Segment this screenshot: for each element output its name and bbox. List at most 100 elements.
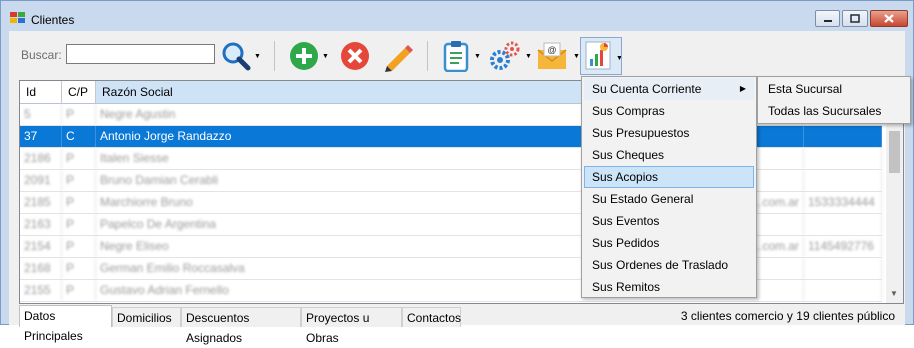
tab-descuentos-asignados[interactable]: Descuentos Asignados — [181, 307, 301, 345]
svg-text:@: @ — [547, 45, 556, 55]
menu-item-cheques[interactable]: Sus Cheques — [584, 144, 754, 166]
scroll-down-icon[interactable]: ▼ — [890, 289, 898, 298]
cell-extra: 1145492776 — [804, 236, 882, 257]
search-button[interactable]: ▼ — [221, 38, 261, 74]
close-icon — [884, 14, 894, 23]
cell-razon-social: Negre Eliseo — [96, 236, 582, 257]
cell-cp: P — [62, 104, 96, 125]
toolbar-divider — [427, 41, 428, 71]
scrollbar-thumb[interactable] — [889, 131, 900, 173]
svg-text:▼: ▼ — [616, 55, 621, 62]
cell-cp: C — [62, 126, 96, 147]
cell-id: 37 — [20, 126, 62, 147]
email-button[interactable]: @ ▼ — [536, 38, 580, 74]
menu-item-remitos[interactable]: Sus Remitos — [584, 276, 754, 298]
cell-extra — [804, 126, 882, 147]
cell-razon-social: Antonio Jorge Randazzo — [96, 126, 582, 147]
reports-context-menu: Su Cuenta Corriente ▶ Sus Compras Sus Pr… — [581, 76, 757, 298]
maximize-button[interactable] — [842, 10, 868, 27]
chevron-down-icon: ▼ — [525, 52, 532, 60]
search-label: Buscar: — [21, 48, 62, 62]
menu-item-acopios[interactable]: Sus Acopios — [584, 166, 754, 188]
cell-razon-social: Papelco De Argentina — [96, 214, 582, 235]
cell-extra — [804, 148, 882, 169]
cell-cp: P — [62, 236, 96, 257]
menu-item-label: Su Cuenta Corriente — [592, 82, 702, 96]
cell-razon-social: German Emilio Roccasalva — [96, 258, 582, 279]
cell-id: 2168 — [20, 258, 62, 279]
cell-razon-social: Bruno Damian Cerabli — [96, 170, 582, 191]
header-cp[interactable]: C/P — [62, 81, 96, 103]
minimize-icon — [824, 20, 832, 22]
cell-extra — [804, 280, 882, 301]
cell-cp: P — [62, 170, 96, 191]
header-razon-social[interactable]: Razón Social — [96, 81, 582, 103]
chevron-down-icon: ▼ — [474, 52, 481, 60]
cell-razon-social: Gustavo Adrian Fernello — [96, 280, 582, 301]
gear-icon — [490, 41, 520, 70]
cell-cp: P — [62, 148, 96, 169]
menu-item-presupuestos[interactable]: Sus Presupuestos — [584, 122, 754, 144]
cell-razon-social: Negre Agustin — [96, 104, 582, 125]
cell-id: 2155 — [20, 280, 62, 301]
maximize-icon — [850, 14, 860, 23]
edit-button[interactable] — [383, 38, 415, 74]
app-icon — [10, 12, 26, 24]
menu-item-estado-general[interactable]: Su Estado General — [584, 188, 754, 210]
tab-proyectos-u-obras[interactable]: Proyectos u Obras — [301, 307, 402, 345]
minimize-button[interactable] — [815, 10, 840, 27]
tab-datos-principales[interactable]: Datos Principales — [19, 305, 112, 343]
tab-domicilios[interactable]: Domicilios — [112, 307, 181, 327]
chart-icon: ▼ — [585, 41, 623, 70]
cell-extra — [804, 258, 882, 279]
search-icon — [222, 42, 251, 71]
edit-icon — [385, 45, 413, 72]
cell-id: 2186 — [20, 148, 62, 169]
reports-button[interactable]: ▼ — [580, 37, 623, 75]
menu-item-eventos[interactable]: Sus Eventos — [584, 210, 754, 232]
cell-cp: P — [62, 280, 96, 301]
cell-extra: 1533334444 — [804, 192, 882, 213]
menu-item-ordenes-traslado[interactable]: Sus Ordenes de Traslado — [584, 254, 754, 276]
cell-extra — [804, 170, 882, 191]
header-id[interactable]: Id — [20, 81, 62, 103]
cell-id: 2091 — [20, 170, 62, 191]
cell-extra — [804, 214, 882, 235]
clipboard-icon — [443, 41, 469, 72]
submenu-item-todas-sucursales[interactable]: Todas las Sucursales — [760, 100, 908, 122]
title-bar[interactable]: Clientes — [1, 1, 913, 31]
clientes-window: Clientes Buscar: ▼ ▼ ▼ ▼ @ ▼ Id C/P Razó… — [0, 0, 914, 345]
cell-razon-social: Italen Siesse — [96, 148, 582, 169]
tab-contactos[interactable]: Contactos — [402, 307, 461, 327]
cuenta-corriente-submenu: Esta Sucursal Todas las Sucursales — [757, 76, 911, 124]
add-button[interactable]: ▼ — [289, 38, 329, 74]
menu-item-cuenta-corriente[interactable]: Su Cuenta Corriente ▶ — [584, 78, 754, 100]
cell-id: 2163 — [20, 214, 62, 235]
vertical-scrollbar[interactable]: ▲ ▼ — [886, 103, 903, 303]
menu-item-compras[interactable]: Sus Compras — [584, 100, 754, 122]
email-icon: @ — [537, 42, 567, 69]
add-icon — [290, 42, 318, 70]
cell-id: 2185 — [20, 192, 62, 213]
close-button[interactable] — [870, 10, 908, 27]
window-title: Clientes — [31, 13, 75, 27]
menu-item-pedidos[interactable]: Sus Pedidos — [584, 232, 754, 254]
delete-button[interactable] — [340, 38, 370, 74]
toolbar-divider — [274, 41, 275, 71]
clipboard-button[interactable]: ▼ — [441, 38, 481, 74]
cell-cp: P — [62, 214, 96, 235]
submenu-arrow-icon: ▶ — [739, 84, 746, 93]
cell-id: 2154 — [20, 236, 62, 257]
settings-button[interactable]: ▼ — [488, 38, 532, 74]
cell-id: 5 — [20, 104, 62, 125]
cell-razon-social: Marchiorre Bruno — [96, 192, 582, 213]
chevron-down-icon: ▼ — [322, 52, 329, 60]
chevron-down-icon: ▼ — [254, 52, 261, 60]
delete-icon — [341, 42, 369, 70]
submenu-item-esta-sucursal[interactable]: Esta Sucursal — [760, 78, 908, 100]
search-input[interactable] — [66, 44, 215, 64]
toolbar: Buscar: ▼ ▼ ▼ ▼ @ ▼ — [9, 31, 905, 81]
cell-cp: P — [62, 192, 96, 213]
status-text: 3 clientes comercio y 19 clientes públic… — [680, 309, 895, 323]
chevron-down-icon: ▼ — [573, 52, 580, 60]
